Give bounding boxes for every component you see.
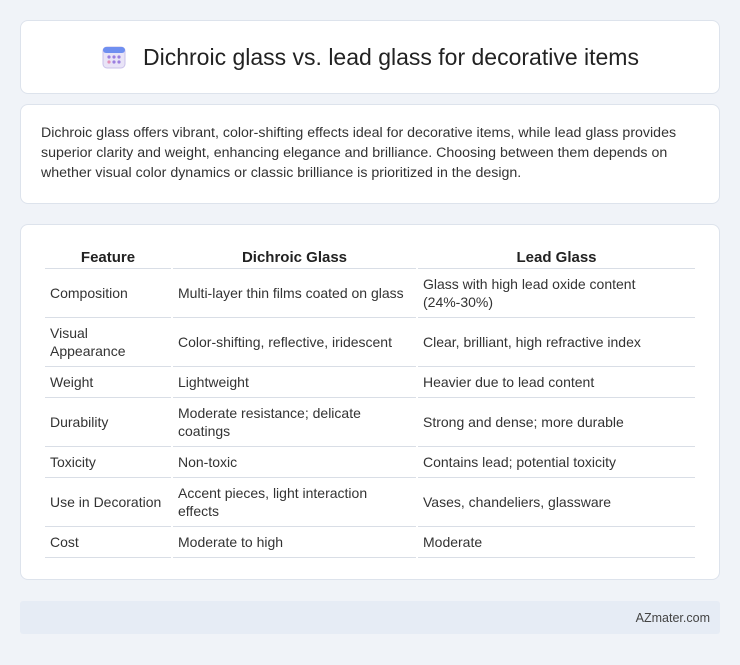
header-lead-glass: Lead Glass [418,243,695,269]
cell-dichroic: Color-shifting, reflective, iridescent [173,318,416,367]
cell-lead: Glass with high lead oxide content (24%-… [418,269,695,318]
cell-feature: Use in Decoration [45,478,171,527]
header-dichroic-glass: Dichroic Glass [173,243,416,269]
cell-feature: Durability [45,398,171,447]
footer: AZmater.com [20,601,720,634]
table-row: Cost Moderate to high Moderate [45,527,695,558]
table-row: Toxicity Non-toxic Contains lead; potent… [45,447,695,478]
table-row: Use in Decoration Accent pieces, light i… [45,478,695,527]
calendar-icon [101,44,127,70]
header-feature: Feature [45,243,171,269]
table-row: Visual Appearance Color-shifting, reflec… [45,318,695,367]
comparison-table: Feature Dichroic Glass Lead Glass Compos… [43,243,697,558]
table-row: Durability Moderate resistance; delicate… [45,398,695,447]
cell-feature: Cost [45,527,171,558]
cell-lead: Strong and dense; more durable [418,398,695,447]
title-card: Dichroic glass vs. lead glass for decora… [20,20,720,94]
table-header-row: Feature Dichroic Glass Lead Glass [45,243,695,269]
table-row: Composition Multi-layer thin films coate… [45,269,695,318]
cell-dichroic: Accent pieces, light interaction effects [173,478,416,527]
cell-lead: Contains lead; potential toxicity [418,447,695,478]
cell-lead: Vases, chandeliers, glassware [418,478,695,527]
cell-feature: Visual Appearance [45,318,171,367]
cell-lead: Moderate [418,527,695,558]
title-wrap: Dichroic glass vs. lead glass for decora… [101,44,639,71]
footer-site-link[interactable]: AZmater.com [636,611,710,625]
intro-card: Dichroic glass offers vibrant, color-shi… [20,104,720,204]
cell-dichroic: Moderate to high [173,527,416,558]
cell-dichroic: Multi-layer thin films coated on glass [173,269,416,318]
cell-dichroic: Moderate resistance; delicate coatings [173,398,416,447]
cell-lead: Clear, brilliant, high refractive index [418,318,695,367]
table-row: Weight Lightweight Heavier due to lead c… [45,367,695,398]
cell-feature: Composition [45,269,171,318]
cell-feature: Weight [45,367,171,398]
intro-text: Dichroic glass offers vibrant, color-shi… [41,125,677,181]
cell-lead: Heavier due to lead content [418,367,695,398]
table-card: Feature Dichroic Glass Lead Glass Compos… [20,224,720,580]
cell-dichroic: Non-toxic [173,447,416,478]
cell-dichroic: Lightweight [173,367,416,398]
cell-feature: Toxicity [45,447,171,478]
page-title: Dichroic glass vs. lead glass for decora… [143,43,639,70]
